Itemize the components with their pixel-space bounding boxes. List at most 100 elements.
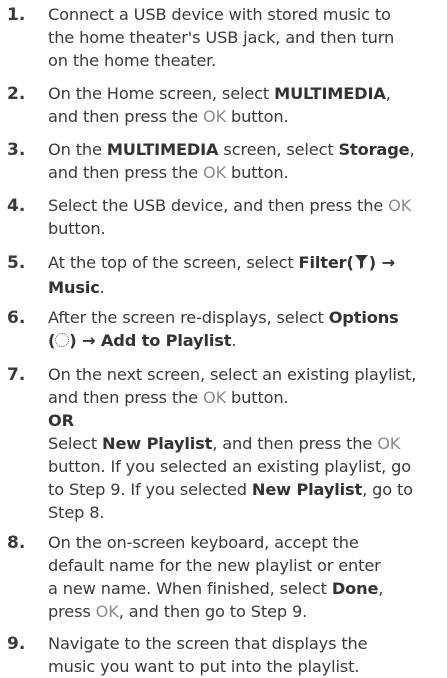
ok-key-label: OK [388, 196, 412, 215]
text-run: music you want to put into the playlist. [48, 657, 360, 676]
text-line: music you want to put into the playlist. [48, 655, 444, 678]
text-run: Select [48, 434, 103, 453]
text-run: press [48, 602, 96, 621]
text-line: At the top of the screen, select Filter(… [48, 251, 444, 276]
text-run: , go to [362, 480, 413, 499]
text-run: After the screen re-displays, select [48, 308, 329, 327]
step-number: 2. [7, 84, 26, 104]
text-run: on the home theater. [48, 51, 217, 70]
step-text: At the top of the screen, select Filter(… [48, 251, 444, 299]
text-run: Connect a USB device with stored music t… [48, 5, 391, 24]
text-line: After the screen re-displays, select Opt… [48, 306, 444, 329]
step-number: 9. [7, 634, 26, 654]
text-line: and then press the OK button. [48, 105, 444, 128]
bold-term: Done [331, 579, 379, 598]
bold-term: ) → Add to Playlist [69, 331, 232, 350]
text-line: ( ) → Add to Playlist. [48, 329, 444, 352]
text-line: a new name. When finished, select Done, [48, 577, 444, 600]
step-text: On the MULTIMEDIA screen, select Storage… [48, 138, 444, 184]
text-line: Select New Playlist, and then press the … [48, 432, 444, 455]
text-run: button. [226, 107, 289, 126]
ok-key-label: OK [377, 434, 401, 453]
gear-icon [55, 333, 70, 347]
text-run: At the top of the screen, select [48, 253, 299, 272]
instruction-page: 1. Connect a USB device with stored musi… [0, 0, 447, 676]
step-number: 5. [7, 253, 26, 273]
bold-term: Filter( [298, 253, 354, 272]
ok-key-label: OK [202, 388, 227, 407]
text-line: On the next screen, select an existing p… [48, 363, 444, 386]
text-run: On the on-screen keyboard, accept the [48, 533, 359, 552]
step-text: On the on-screen keyboard, accept the def… [48, 531, 444, 623]
text-run: . [99, 278, 105, 297]
bold-term: MULTIMEDIA [106, 140, 219, 159]
text-line: button. If you selected an existing play… [48, 455, 444, 478]
ok-key-label: OK [202, 163, 227, 182]
text-run: button. [226, 163, 289, 182]
text-line: Music. [48, 276, 444, 299]
ok-key-label: OK [95, 602, 119, 621]
text-line: press OK, and then go to Step 9. [48, 600, 444, 623]
step-text: Select the USB device, and then press th… [48, 194, 444, 240]
text-run: On the next screen, select an existing p… [48, 365, 417, 384]
step-text: Connect a USB device with stored music t… [48, 3, 444, 72]
step-text: On the Home screen, select MULTIMEDIA, an… [48, 82, 444, 128]
text-line: Navigate to the screen that displays the [48, 632, 444, 655]
text-line: On the MULTIMEDIA screen, select Storage… [48, 138, 444, 161]
funnel-icon [354, 253, 369, 276]
text-run: screen, select [218, 140, 339, 159]
text-run: to Step 9. If you selected [48, 480, 252, 499]
text-line: On the on-screen keyboard, accept the [48, 531, 444, 554]
bold-term: Options [328, 308, 399, 327]
step-number: 6. [7, 308, 26, 328]
step-number: 3. [7, 140, 26, 160]
text-line: Step 8. [48, 501, 444, 524]
step-text: Navigate to the screen that displays the… [48, 632, 444, 678]
text-line: the home theater's USB jack, and then tu… [48, 26, 444, 49]
text-run: On the [48, 140, 107, 159]
text-run: On the Home screen, select [48, 84, 275, 103]
text-line: Select the USB device, and then press th… [48, 194, 444, 217]
text-run: , [378, 579, 384, 598]
text-run: button. [226, 388, 289, 407]
text-run: , [385, 84, 391, 103]
step-text: On the next screen, select an existing p… [48, 363, 444, 524]
bold-term: New Playlist [102, 434, 213, 453]
ok-key-label: OK [202, 107, 227, 126]
text-run: Select the USB device, and then press th… [48, 196, 389, 215]
text-run: Navigate to the screen that displays the [48, 634, 368, 653]
text-run: default name for the new playlist or ent… [48, 556, 381, 575]
bold-term: Music [48, 278, 100, 297]
text-line: to Step 9. If you selected New Playlist,… [48, 478, 444, 501]
text-run: , and then press the [212, 434, 378, 453]
text-run: , [409, 140, 415, 159]
step-number: 4. [7, 196, 26, 216]
step-number: 8. [7, 533, 26, 553]
text-run: and then press the [48, 163, 203, 182]
text-line: On the Home screen, select MULTIMEDIA, [48, 82, 444, 105]
bold-term: ( [48, 331, 56, 350]
text-line: OR [48, 409, 444, 432]
text-line: button. [48, 217, 444, 240]
text-run: . [231, 331, 237, 350]
text-line: on the home theater. [48, 49, 444, 72]
step-number: 7. [7, 365, 26, 385]
step-number: 1. [7, 5, 26, 25]
text-run: and then press the [48, 388, 203, 407]
text-line: default name for the new playlist or ent… [48, 554, 444, 577]
text-run: the home theater's USB jack, and then tu… [48, 28, 395, 47]
text-line: Connect a USB device with stored music t… [48, 3, 444, 26]
bold-term: Storage [338, 140, 410, 159]
text-line: and then press the OK button. [48, 161, 444, 184]
bold-term: ) → [368, 253, 395, 272]
bold-term: New Playlist [251, 480, 363, 499]
text-run: and then press the [48, 107, 203, 126]
step-text: After the screen re-displays, select Opt… [48, 306, 444, 352]
text-run: , and then go to Step 9. [118, 602, 308, 621]
text-run: button. If you selected an existing play… [48, 457, 412, 476]
bold-term: OR [48, 411, 74, 430]
text-line: and then press the OK button. [48, 386, 444, 409]
text-run: Step 8. [48, 503, 105, 522]
text-run: a new name. When finished, select [48, 579, 332, 598]
text-run: button. [48, 219, 106, 238]
